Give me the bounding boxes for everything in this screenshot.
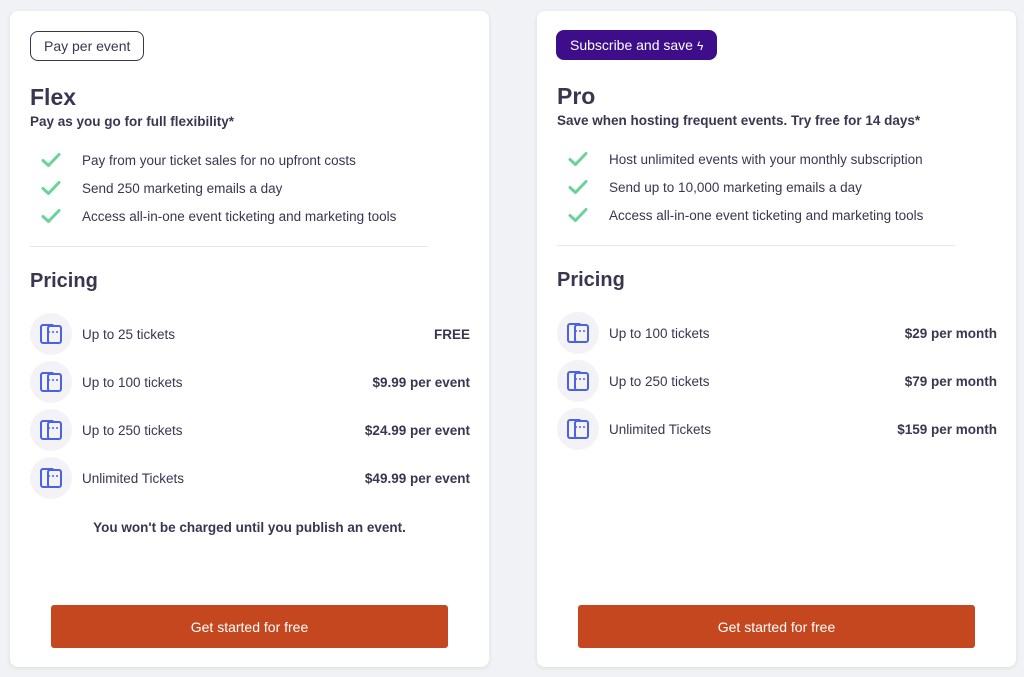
check-icon [568, 208, 588, 222]
pricing-tier-row: Up to 25 tickets FREE [30, 312, 470, 356]
tier-price: $159 per month [897, 421, 997, 437]
tier-price: $24.99 per event [364, 422, 470, 438]
pricing-tier-row: Up to 250 tickets $24.99 per event [30, 408, 470, 452]
pricing-tier-row: Unlimited Tickets $49.99 per event [30, 456, 470, 500]
feature-text: Access all-in-one event ticketing and ma… [82, 208, 397, 224]
tier-label: Up to 100 tickets [609, 325, 710, 341]
tier-price: FREE [433, 326, 470, 342]
divider [557, 245, 955, 246]
feature-item: Access all-in-one event ticketing and ma… [40, 206, 396, 226]
ticket-icon [557, 312, 599, 354]
feature-item: Host unlimited events with your monthly … [567, 149, 923, 169]
tier-label: Unlimited Tickets [609, 421, 712, 437]
tier-price: $79 per month [904, 373, 997, 389]
plan-name-pro: Pro [557, 83, 596, 109]
billing-note: You won't be charged until you publish a… [93, 520, 406, 535]
ticket-icon [30, 457, 72, 499]
pay-per-event-badge: Pay per event [30, 31, 145, 61]
ticket-icon [557, 408, 599, 450]
get-started-button-flex[interactable]: Get started for free [51, 605, 448, 648]
pricing-page: Pay per event Flex Pay as you go for ful… [0, 0, 1024, 677]
pro-plan-card: Subscribe and save ϟ Pro Save when hostin… [537, 11, 1016, 667]
pricing-tier-row: Up to 100 tickets $29 per month [557, 311, 997, 355]
pricing-tier-row: Up to 250 tickets $79 per month [557, 359, 997, 403]
feature-item: Send up to 10,000 marketing emails a day [567, 177, 862, 197]
check-icon [41, 153, 61, 167]
check-icon [568, 180, 588, 194]
feature-item: Pay from your ticket sales for no upfron… [40, 150, 356, 170]
pricing-tier-row: Up to 100 tickets $9.99 per event [30, 360, 470, 404]
ticket-icon [30, 409, 72, 451]
feature-text: Pay from your ticket sales for no upfron… [82, 152, 356, 168]
lightning-bolt-icon: ϟ [696, 39, 704, 53]
tier-price: $9.99 per event [372, 374, 470, 390]
ticket-icon [30, 313, 72, 355]
ticket-icon [30, 361, 72, 403]
feature-item: Send 250 marketing emails a day [40, 178, 282, 198]
pricing-title: Pricing [557, 269, 625, 291]
pricing-tier-row: Unlimited Tickets $159 per month [557, 407, 997, 451]
subscribe-and-save-badge: Subscribe and save ϟ [556, 30, 718, 60]
feature-text: Send up to 10,000 marketing emails a day [609, 179, 862, 195]
plan-subtitle-pro: Save when hosting frequent events. Try f… [557, 113, 921, 128]
check-icon [41, 181, 61, 195]
pricing-title: Pricing [30, 270, 98, 292]
feature-item: Access all-in-one event ticketing and ma… [567, 205, 923, 225]
feature-text: Send 250 marketing emails a day [82, 180, 283, 196]
badge-text: Subscribe and save [570, 37, 693, 53]
plan-name-flex: Flex [30, 84, 77, 110]
get-started-button-pro[interactable]: Get started for free [578, 605, 975, 648]
flex-plan-card: Pay per event Flex Pay as you go for ful… [10, 11, 489, 667]
feature-text: Access all-in-one event ticketing and ma… [609, 207, 924, 223]
tier-label: Up to 100 tickets [82, 374, 183, 390]
tier-price: $49.99 per event [364, 470, 470, 486]
tier-price: $29 per month [904, 325, 997, 341]
divider [30, 246, 428, 247]
check-icon [568, 152, 588, 166]
tier-label: Up to 25 tickets [82, 326, 176, 342]
check-icon [41, 209, 61, 223]
tier-label: Up to 250 tickets [82, 422, 183, 438]
tier-label: Unlimited Tickets [82, 470, 185, 486]
ticket-icon [557, 360, 599, 402]
plan-subtitle-flex: Pay as you go for full flexibility* [30, 114, 235, 129]
tier-label: Up to 250 tickets [609, 373, 710, 389]
feature-text: Host unlimited events with your monthly … [609, 151, 923, 167]
